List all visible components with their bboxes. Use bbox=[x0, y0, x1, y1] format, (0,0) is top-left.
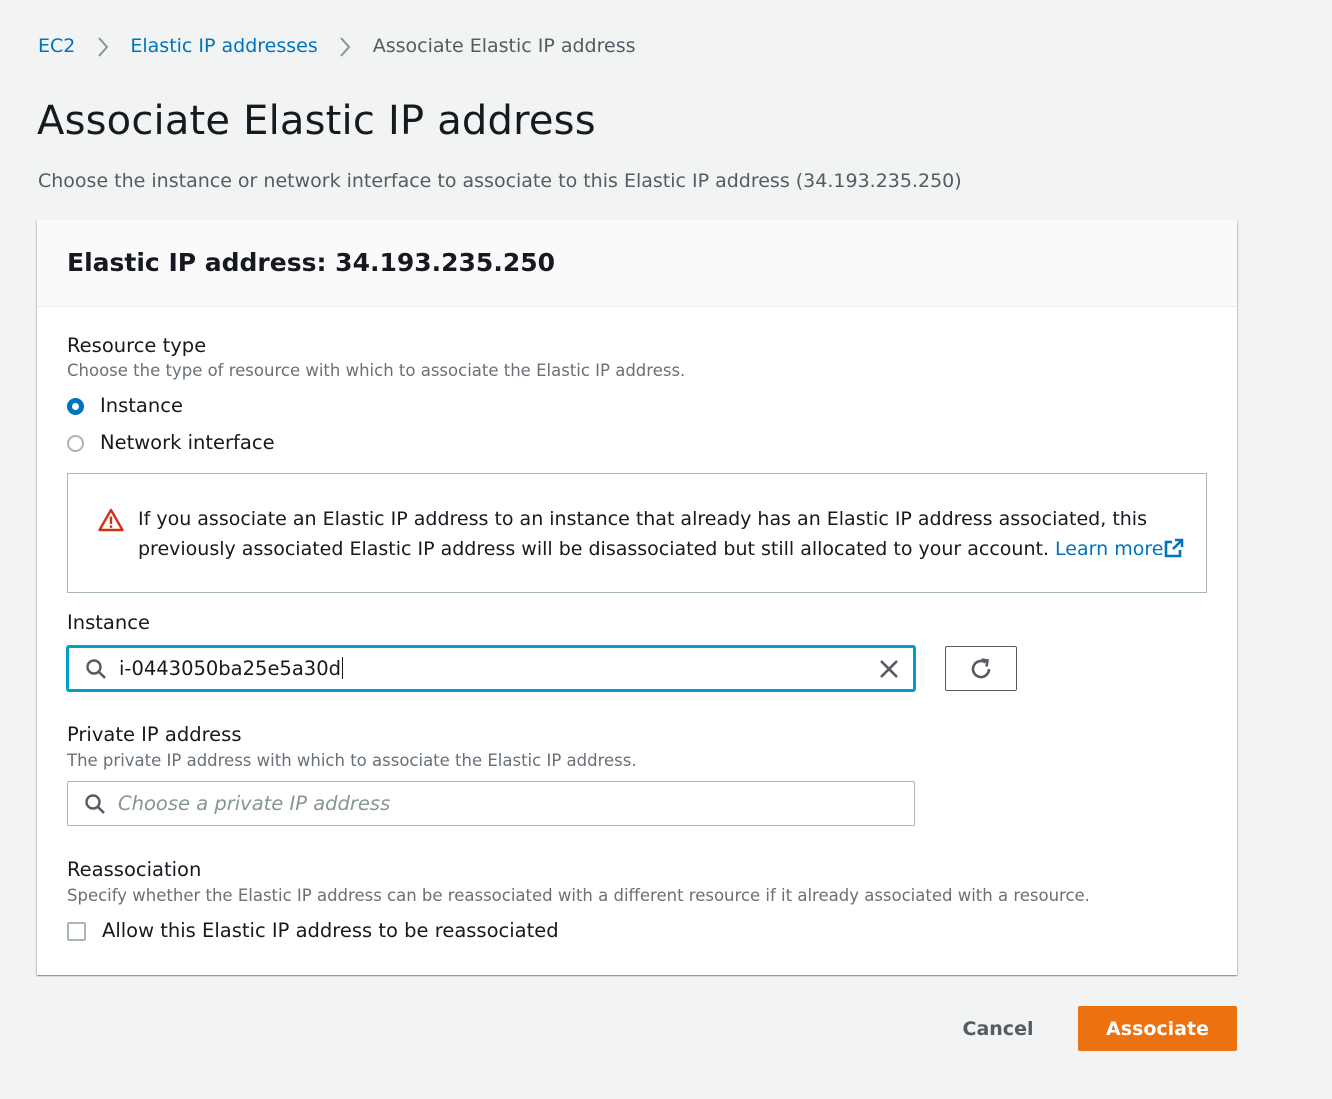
private-ip-label: Private IP address bbox=[67, 723, 242, 746]
chevron-right-icon bbox=[318, 33, 373, 59]
reassociation-description: Specify whether the Elastic IP address c… bbox=[67, 886, 1090, 905]
private-ip-description: The private IP address with which to ass… bbox=[67, 751, 637, 770]
page-description: Choose the instance or network interface… bbox=[38, 170, 962, 192]
warning-alert: If you associate an Elastic IP address t… bbox=[67, 473, 1207, 593]
breadcrumb: EC2 Elastic IP addresses Associate Elast… bbox=[38, 33, 636, 59]
external-link-icon bbox=[1165, 538, 1184, 558]
instance-label: Instance bbox=[67, 611, 150, 634]
text-caret bbox=[341, 657, 343, 679]
warning-icon bbox=[98, 508, 124, 536]
associate-button[interactable]: Associate bbox=[1078, 1006, 1237, 1051]
reassociation-checkbox[interactable] bbox=[67, 921, 86, 941]
breadcrumb-item-ec2[interactable]: EC2 bbox=[38, 33, 75, 59]
alert-text: If you associate an Elastic IP address t… bbox=[138, 508, 1147, 560]
search-icon bbox=[84, 793, 106, 815]
instance-input-value[interactable]: i-0443050ba25e5a30d bbox=[119, 657, 879, 680]
radio-button-unchecked[interactable] bbox=[67, 434, 84, 452]
reassociation-checkbox-row[interactable]: Allow this Elastic IP address to be reas… bbox=[67, 918, 559, 944]
cancel-button[interactable]: Cancel bbox=[945, 1006, 1051, 1051]
resource-type-label: Resource type bbox=[67, 334, 207, 357]
chevron-right-icon bbox=[75, 33, 130, 59]
learn-more-link[interactable]: Learn more bbox=[1055, 538, 1185, 560]
search-icon bbox=[85, 658, 107, 680]
association-panel: Elastic IP address: 34.193.235.250 Resou… bbox=[37, 220, 1237, 975]
reassociation-label: Reassociation bbox=[67, 858, 202, 881]
private-ip-placeholder[interactable]: Choose a private IP address bbox=[118, 792, 914, 815]
private-ip-search-input[interactable]: Choose a private IP address bbox=[67, 781, 915, 826]
breadcrumb-item-elastic-ips[interactable]: Elastic IP addresses bbox=[130, 33, 317, 59]
learn-more-label[interactable]: Learn more bbox=[1055, 538, 1163, 560]
breadcrumb-current: Associate Elastic IP address bbox=[372, 35, 636, 57]
clear-icon[interactable] bbox=[879, 659, 899, 679]
radio-network-interface[interactable]: Network interface bbox=[67, 430, 275, 456]
instance-value-text[interactable]: i-0443050ba25e5a30d bbox=[119, 657, 341, 680]
refresh-button[interactable] bbox=[945, 646, 1017, 691]
panel-title: Elastic IP address: 34.193.235.250 bbox=[67, 248, 556, 277]
panel-header: Elastic IP address: 34.193.235.250 bbox=[37, 220, 1237, 307]
radio-instance-label[interactable]: Instance bbox=[100, 393, 183, 419]
refresh-icon bbox=[971, 657, 991, 678]
resource-type-description: Choose the type of resource with which t… bbox=[67, 361, 686, 380]
reassociation-checkbox-label[interactable]: Allow this Elastic IP address to be reas… bbox=[102, 918, 559, 944]
radio-instance[interactable]: Instance bbox=[67, 393, 183, 419]
radio-button-checked[interactable] bbox=[67, 397, 84, 415]
instance-search-input[interactable]: i-0443050ba25e5a30d bbox=[67, 646, 915, 691]
radio-network-interface-label[interactable]: Network interface bbox=[100, 430, 275, 456]
page-title: Associate Elastic IP address bbox=[37, 98, 596, 144]
alert-message: If you associate an Elastic IP address t… bbox=[138, 504, 1188, 564]
